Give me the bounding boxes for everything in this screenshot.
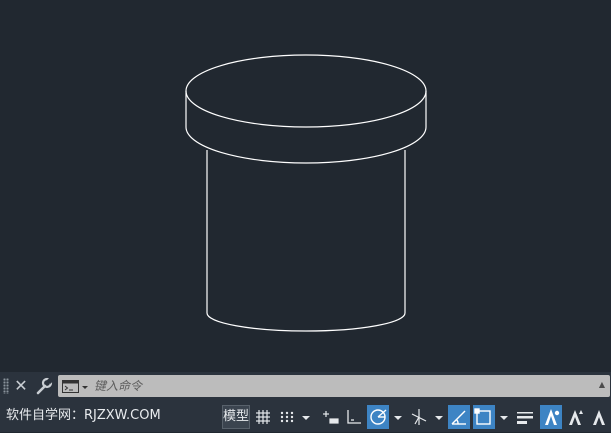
object-snap-icon[interactable]: [473, 405, 495, 429]
annotation-scale-icon[interactable]: [540, 405, 562, 429]
isometric-dropdown-icon[interactable]: [434, 405, 444, 429]
isometric-icon[interactable]: [408, 405, 430, 429]
object-snap-tracking-icon[interactable]: [448, 405, 470, 429]
model-tab[interactable]: 模型: [222, 405, 250, 429]
lineweight-icon[interactable]: [514, 405, 536, 429]
grid-icon[interactable]: [253, 405, 273, 429]
wrench-icon[interactable]: [34, 376, 54, 396]
body-bottom-arc: [206, 312, 406, 332]
close-icon[interactable]: ✕: [13, 376, 29, 396]
command-input-container: ▲: [58, 375, 610, 397]
lid-top-ellipse: [185, 54, 427, 128]
infer-constraints-icon[interactable]: [320, 405, 342, 429]
lid-bottom-arc: [185, 126, 427, 164]
command-history-arrow-icon[interactable]: ▲: [597, 380, 607, 390]
polar-tracking-icon[interactable]: [367, 405, 389, 429]
status-bar: 软件自学网：RJZXW.COM 模型: [0, 400, 611, 432]
command-input[interactable]: [94, 376, 584, 396]
drag-grip-icon[interactable]: [3, 378, 9, 394]
snap-icon[interactable]: [277, 405, 297, 429]
watermark-text: 软件自学网：RJZXW.COM: [6, 408, 161, 423]
command-prompt-icon[interactable]: [62, 379, 90, 393]
command-line-bar: ✕ ▲: [0, 372, 611, 400]
annotation-visibility-icon[interactable]: [566, 405, 586, 429]
drawing-canvas[interactable]: [0, 0, 611, 372]
snap-dropdown-icon[interactable]: [301, 405, 311, 429]
ortho-icon[interactable]: [344, 405, 364, 429]
cylinder-drawing: [185, 54, 427, 332]
polar-dropdown-icon[interactable]: [393, 405, 403, 429]
auto-scale-icon[interactable]: [589, 405, 609, 429]
object-snap-dropdown-icon[interactable]: [499, 405, 509, 429]
